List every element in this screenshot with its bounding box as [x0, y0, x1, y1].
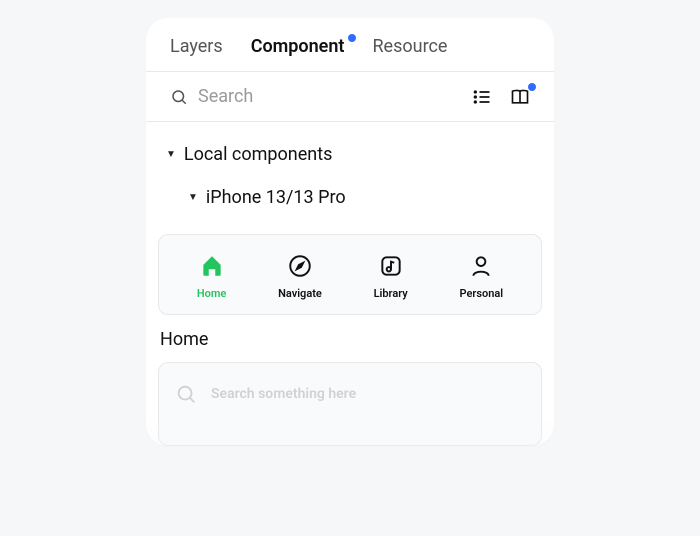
nav-label: Personal — [459, 287, 503, 300]
chevron-down-icon: ▼ — [188, 192, 198, 203]
tree-item-label: iPhone 13/13 Pro — [206, 187, 346, 208]
home-preview-card: Search something here — [158, 362, 542, 446]
search-bar: Search — [146, 72, 554, 121]
nav-label: Home — [197, 287, 227, 300]
tab-component-label: Component — [251, 36, 345, 57]
tab-component[interactable]: Component — [251, 36, 345, 57]
nav-item-library[interactable]: Library — [374, 253, 408, 300]
notification-dot-icon — [528, 83, 536, 91]
home-icon — [199, 253, 225, 279]
compass-icon — [287, 253, 313, 279]
inner-search-input[interactable]: Search something here — [175, 383, 525, 405]
tab-resource[interactable]: Resource — [372, 36, 447, 57]
panel-tabs: Layers Component Resource — [146, 18, 554, 71]
component-tree: ▼ Local components ▼ iPhone 13/13 Pro — [146, 122, 554, 220]
nav-item-home[interactable]: Home — [197, 253, 227, 300]
search-input[interactable]: Search — [170, 86, 460, 107]
nav-item-personal[interactable]: Personal — [459, 253, 503, 300]
tree-item-label: Local components — [184, 144, 332, 165]
notification-dot-icon — [348, 34, 356, 42]
search-icon — [175, 383, 197, 405]
library-publish-button[interactable] — [510, 87, 530, 107]
nav-label: Library — [374, 287, 408, 300]
inner-search-placeholder: Search something here — [211, 386, 356, 402]
search-placeholder: Search — [198, 86, 253, 107]
music-library-icon — [378, 253, 404, 279]
tab-layers[interactable]: Layers — [170, 36, 223, 57]
chevron-down-icon: ▼ — [166, 149, 176, 160]
tree-item-root[interactable]: ▼ Local components — [166, 140, 534, 169]
section-title: Home — [146, 315, 554, 356]
components-panel: Layers Component Resource Search — [146, 18, 554, 446]
book-icon — [510, 87, 530, 107]
search-icon — [170, 88, 188, 106]
list-icon — [472, 87, 492, 107]
nav-label: Navigate — [278, 287, 322, 300]
nav-item-navigate[interactable]: Navigate — [278, 253, 322, 300]
tree-item-child[interactable]: ▼ iPhone 13/13 Pro — [166, 183, 534, 212]
person-icon — [468, 253, 494, 279]
list-view-button[interactable] — [472, 87, 492, 107]
nav-preview-card: Home Navigate Library Personal — [158, 234, 542, 315]
